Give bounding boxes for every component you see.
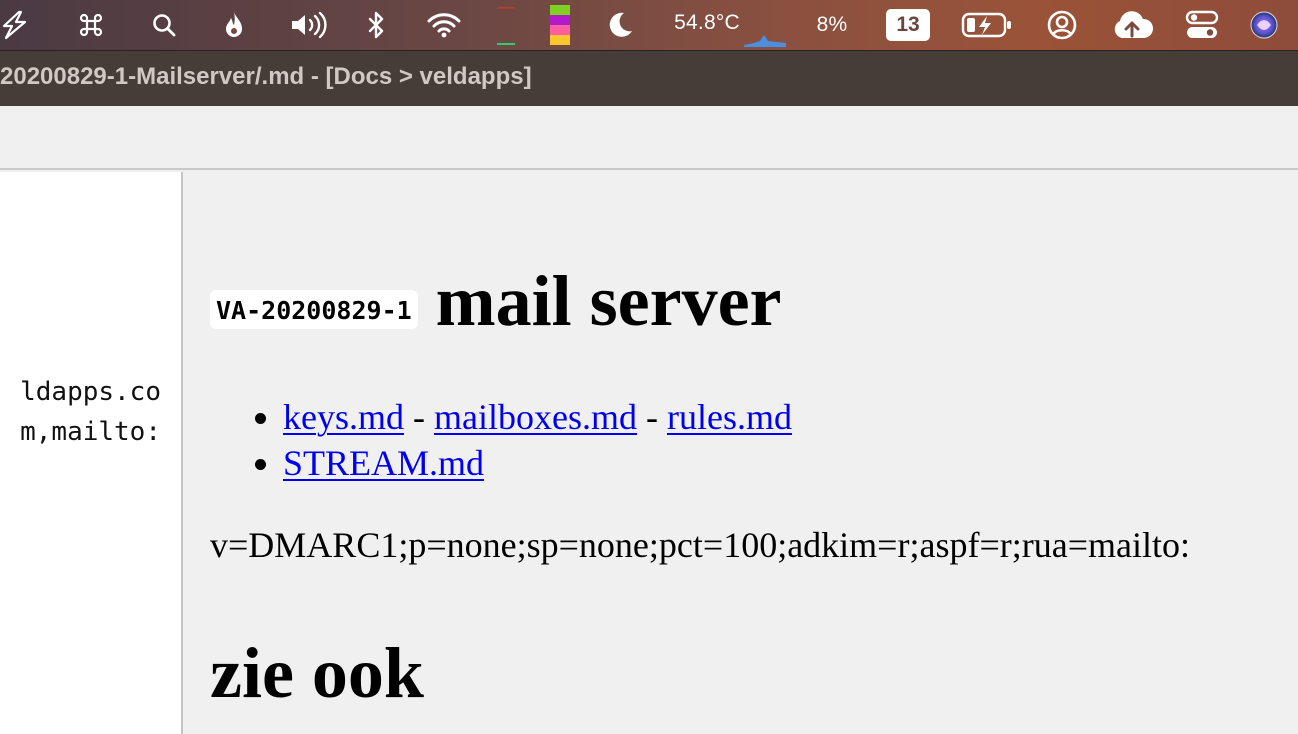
window-title: 20200829-1-Mailserver/.md - [Docs > veld… [0,63,532,90]
cloud-upload-icon[interactable] [1108,0,1156,50]
markdown-preview: VA-20200829-1 mail server keys.md - mail… [185,172,1298,734]
wifi-icon[interactable] [426,0,462,50]
source-line: ldapps.co [20,377,161,407]
calendar-icon[interactable]: 13 [884,0,932,50]
document-id-code: VA-20200829-1 [210,290,418,329]
volume-icon[interactable] [288,0,328,50]
window-title-bar[interactable]: 20200829-1-Mailserver/.md - [Docs > veld… [0,50,1298,106]
menu-bar: 54.8°C 8% 13 [0,0,1298,50]
page-heading: VA-20200829-1 mail server [210,260,782,343]
list-item: STREAM.md [255,440,792,486]
temperature-value: 54.8°C [674,11,740,34]
command-icon[interactable] [76,0,106,50]
flame-icon[interactable] [220,0,248,50]
control-center-icon[interactable] [1182,0,1222,50]
cpu-readout[interactable]: 8% [810,0,854,50]
heading-text: mail server [435,261,782,341]
separator: - [404,397,434,437]
cpu-percent: 8% [816,13,848,36]
link-keys-md[interactable]: keys.md [283,397,404,437]
link-list: keys.md - mailboxes.md - rules.md STREAM… [255,394,792,486]
calendar-day: 13 [886,9,930,41]
editor-toolbar [0,106,1298,170]
source-line: m,mailto: [20,417,161,447]
search-icon[interactable] [149,0,179,50]
color-blocks-icon [548,0,572,50]
link-rules-md[interactable]: rules.md [667,397,792,437]
separator: - [636,397,667,437]
source-pane[interactable]: ldapps.co m,mailto: [0,172,183,734]
bolt-app-icon[interactable] [0,0,30,50]
temperature-readout[interactable]: 54.8°C [662,0,752,50]
activity-bars-icon [494,0,518,50]
siri-icon[interactable] [1246,0,1282,50]
link-mailboxes-md[interactable]: mailboxes.md [434,397,637,437]
battery-charging-icon[interactable] [958,0,1016,50]
dmarc-record: v=DMARC1;p=none;sp=none;pct=100;adkim=r;… [210,525,1190,565]
user-circle-icon[interactable] [1044,0,1080,50]
section-heading-zie-ook: zie ook [210,633,424,713]
moon-icon[interactable] [606,0,636,50]
list-item: keys.md - mailboxes.md - rules.md [255,394,792,440]
link-stream-md[interactable]: STREAM.md [283,443,484,483]
temp-graph-icon [742,0,788,50]
bluetooth-icon[interactable] [364,0,388,50]
